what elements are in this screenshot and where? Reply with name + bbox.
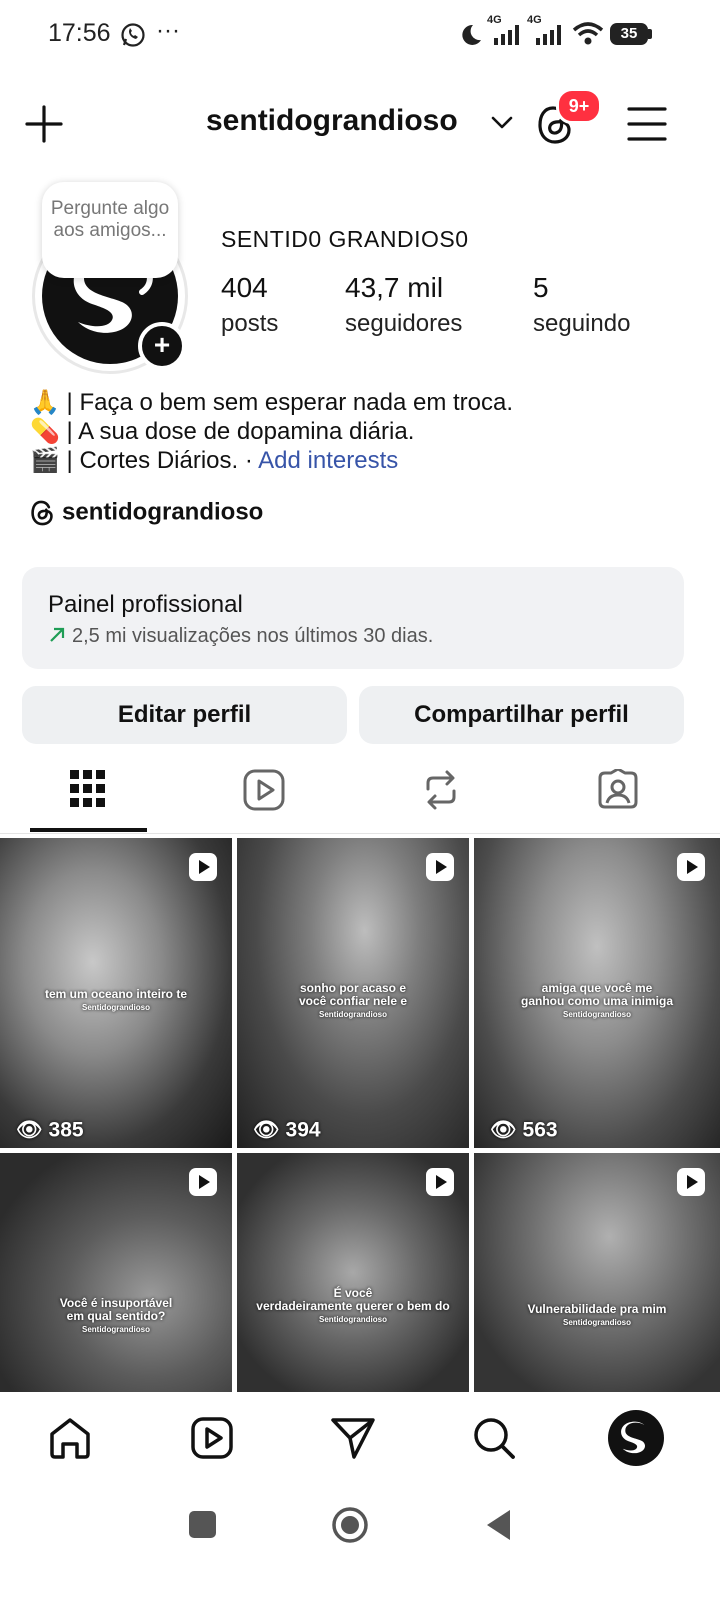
battery-level: 35 xyxy=(620,25,638,42)
profile-nav-avatar[interactable] xyxy=(608,1410,664,1466)
reel-icon xyxy=(677,1168,705,1196)
tabs-divider xyxy=(0,833,720,834)
bio-text: | Cortes Diários. · xyxy=(59,447,259,474)
stat-posts[interactable]: 404 posts xyxy=(221,272,278,338)
view-count: 👁 563 xyxy=(490,1118,558,1141)
bottom-navigation xyxy=(0,1392,720,1486)
create-plus-icon[interactable] xyxy=(24,104,64,144)
bio-text: | Faça o bem sem esperar nada em troca. xyxy=(59,389,513,416)
stat-value: 5 xyxy=(533,272,549,303)
tab-grid-icon[interactable] xyxy=(70,770,106,810)
reels-nav-icon[interactable] xyxy=(190,1416,234,1460)
reel-icon xyxy=(189,1168,217,1196)
bio-emoji: 🎬 xyxy=(30,447,60,474)
share-profile-button[interactable]: Compartilhar perfil xyxy=(359,686,684,744)
reel-icon xyxy=(189,853,217,881)
bio-line: 🙏 | Faça o bem sem esperar nada em troca… xyxy=(30,388,513,417)
home-icon[interactable] xyxy=(48,1416,92,1460)
status-bar: 17:56 ··· 4G 4G 35 xyxy=(0,0,720,70)
post-caption: tem um oceano inteiro te Sentidograndioso xyxy=(44,987,188,1013)
system-navigation-bar xyxy=(0,1486,720,1600)
account-switcher-username[interactable]: sentidograndioso xyxy=(206,104,458,138)
dashboard-stat: 2,5 mi visualizações nos últimos 30 dias… xyxy=(72,625,434,647)
reel-icon xyxy=(677,853,705,881)
grid-post[interactable]: amiga que você me ganhou como uma inimig… xyxy=(474,838,720,1148)
reel-icon xyxy=(426,1168,454,1196)
post-caption: sonho por acaso e você confiar nele e Sen… xyxy=(298,981,408,1020)
tab-reels-icon[interactable] xyxy=(243,769,285,811)
grid-post[interactable]: Você é insuportável em qual sentido? Sent… xyxy=(0,1153,232,1392)
eye-icon: 👁 xyxy=(253,1118,280,1141)
wifi-icon xyxy=(572,22,604,45)
trend-up-icon xyxy=(50,627,65,642)
bio-emoji: 🙏 xyxy=(30,389,60,416)
battery-tip xyxy=(648,29,652,39)
whatsapp-icon xyxy=(121,23,145,47)
post-caption: É você verdadeiramente querer o bem do Se… xyxy=(256,1286,450,1325)
tab-active-indicator xyxy=(30,828,147,832)
avatar-logo xyxy=(621,1421,646,1454)
note-bubble[interactable]: Pergunte algo aos amigos... xyxy=(42,182,178,278)
view-count: 👁 394 xyxy=(253,1118,321,1141)
eye-icon: 👁 xyxy=(490,1118,517,1141)
view-count: 👁 385 xyxy=(16,1118,84,1141)
battery-icon: 35 xyxy=(610,23,648,45)
reel-icon xyxy=(426,853,454,881)
signal-icon xyxy=(536,25,561,45)
bio-text: | A sua dose de dopamina diária. xyxy=(59,418,415,445)
stat-value: 43,7 mil xyxy=(345,272,444,303)
stat-label: seguindo xyxy=(533,310,631,337)
post-caption: Vulnerabilidade pra mim Sentidograndioso xyxy=(527,1302,667,1328)
status-time: 17:56 xyxy=(48,19,111,47)
back-button[interactable] xyxy=(484,1508,512,1542)
bio-line: 🎬 | Cortes Diários. · Add interests xyxy=(30,446,398,475)
stat-value: 404 xyxy=(221,272,268,303)
bio-line: 💊 | A sua dose de dopamina diária. xyxy=(30,417,414,446)
stat-followers[interactable]: 43,7 mil seguidores xyxy=(345,272,462,338)
tab-tagged-icon[interactable] xyxy=(597,769,639,811)
professional-dashboard[interactable]: Painel profissional 2,5 mi visualizações… xyxy=(22,567,684,669)
threads-icon xyxy=(31,500,53,526)
signal-icon xyxy=(494,25,519,45)
add-story-button[interactable]: + xyxy=(138,322,186,370)
display-name: SENTID0 GRANDIOS0 xyxy=(221,226,469,252)
grid-post[interactable]: É você verdadeiramente querer o bem do Se… xyxy=(237,1153,469,1392)
recents-button[interactable] xyxy=(189,1511,216,1538)
grid-post[interactable]: Vulnerabilidade pra mim Sentidograndioso xyxy=(474,1153,720,1392)
eye-icon: 👁 xyxy=(16,1118,43,1141)
stat-label: seguidores xyxy=(345,310,463,337)
grid-post[interactable]: tem um oceano inteiro te Sentidograndioso… xyxy=(0,838,232,1148)
search-icon[interactable] xyxy=(472,1416,516,1460)
dnd-moon-icon xyxy=(462,24,481,45)
grid-post[interactable]: sonho por acaso e você confiar nele e Sen… xyxy=(237,838,469,1148)
dashboard-subtitle: 2,5 mi visualizações nos últimos 30 dias… xyxy=(48,625,433,648)
threads-handle: sentidograndioso xyxy=(62,498,264,526)
bio-emoji: 💊 xyxy=(30,418,60,445)
chevron-down-icon[interactable] xyxy=(490,112,514,134)
edit-profile-button[interactable]: Editar perfil xyxy=(22,686,347,744)
stat-label: posts xyxy=(221,310,279,337)
post-caption: Você é insuportável em qual sentido? Sent… xyxy=(59,1296,173,1335)
threads-profile-link[interactable]: sentidograndioso xyxy=(30,498,263,527)
notification-badge: 9+ xyxy=(556,88,602,124)
direct-messages-icon[interactable] xyxy=(330,1416,376,1460)
post-caption: amiga que você me ganhou como uma inimig… xyxy=(520,981,673,1020)
tab-reposts-icon[interactable] xyxy=(422,769,460,811)
add-interests-link[interactable]: Add interests xyxy=(258,447,398,474)
more-notifications-icon: ··· xyxy=(156,17,180,44)
menu-icon[interactable] xyxy=(627,104,667,144)
stat-following[interactable]: 5 seguindo xyxy=(533,272,630,338)
dashboard-title: Painel profissional xyxy=(48,591,243,618)
home-button[interactable] xyxy=(331,1506,369,1544)
